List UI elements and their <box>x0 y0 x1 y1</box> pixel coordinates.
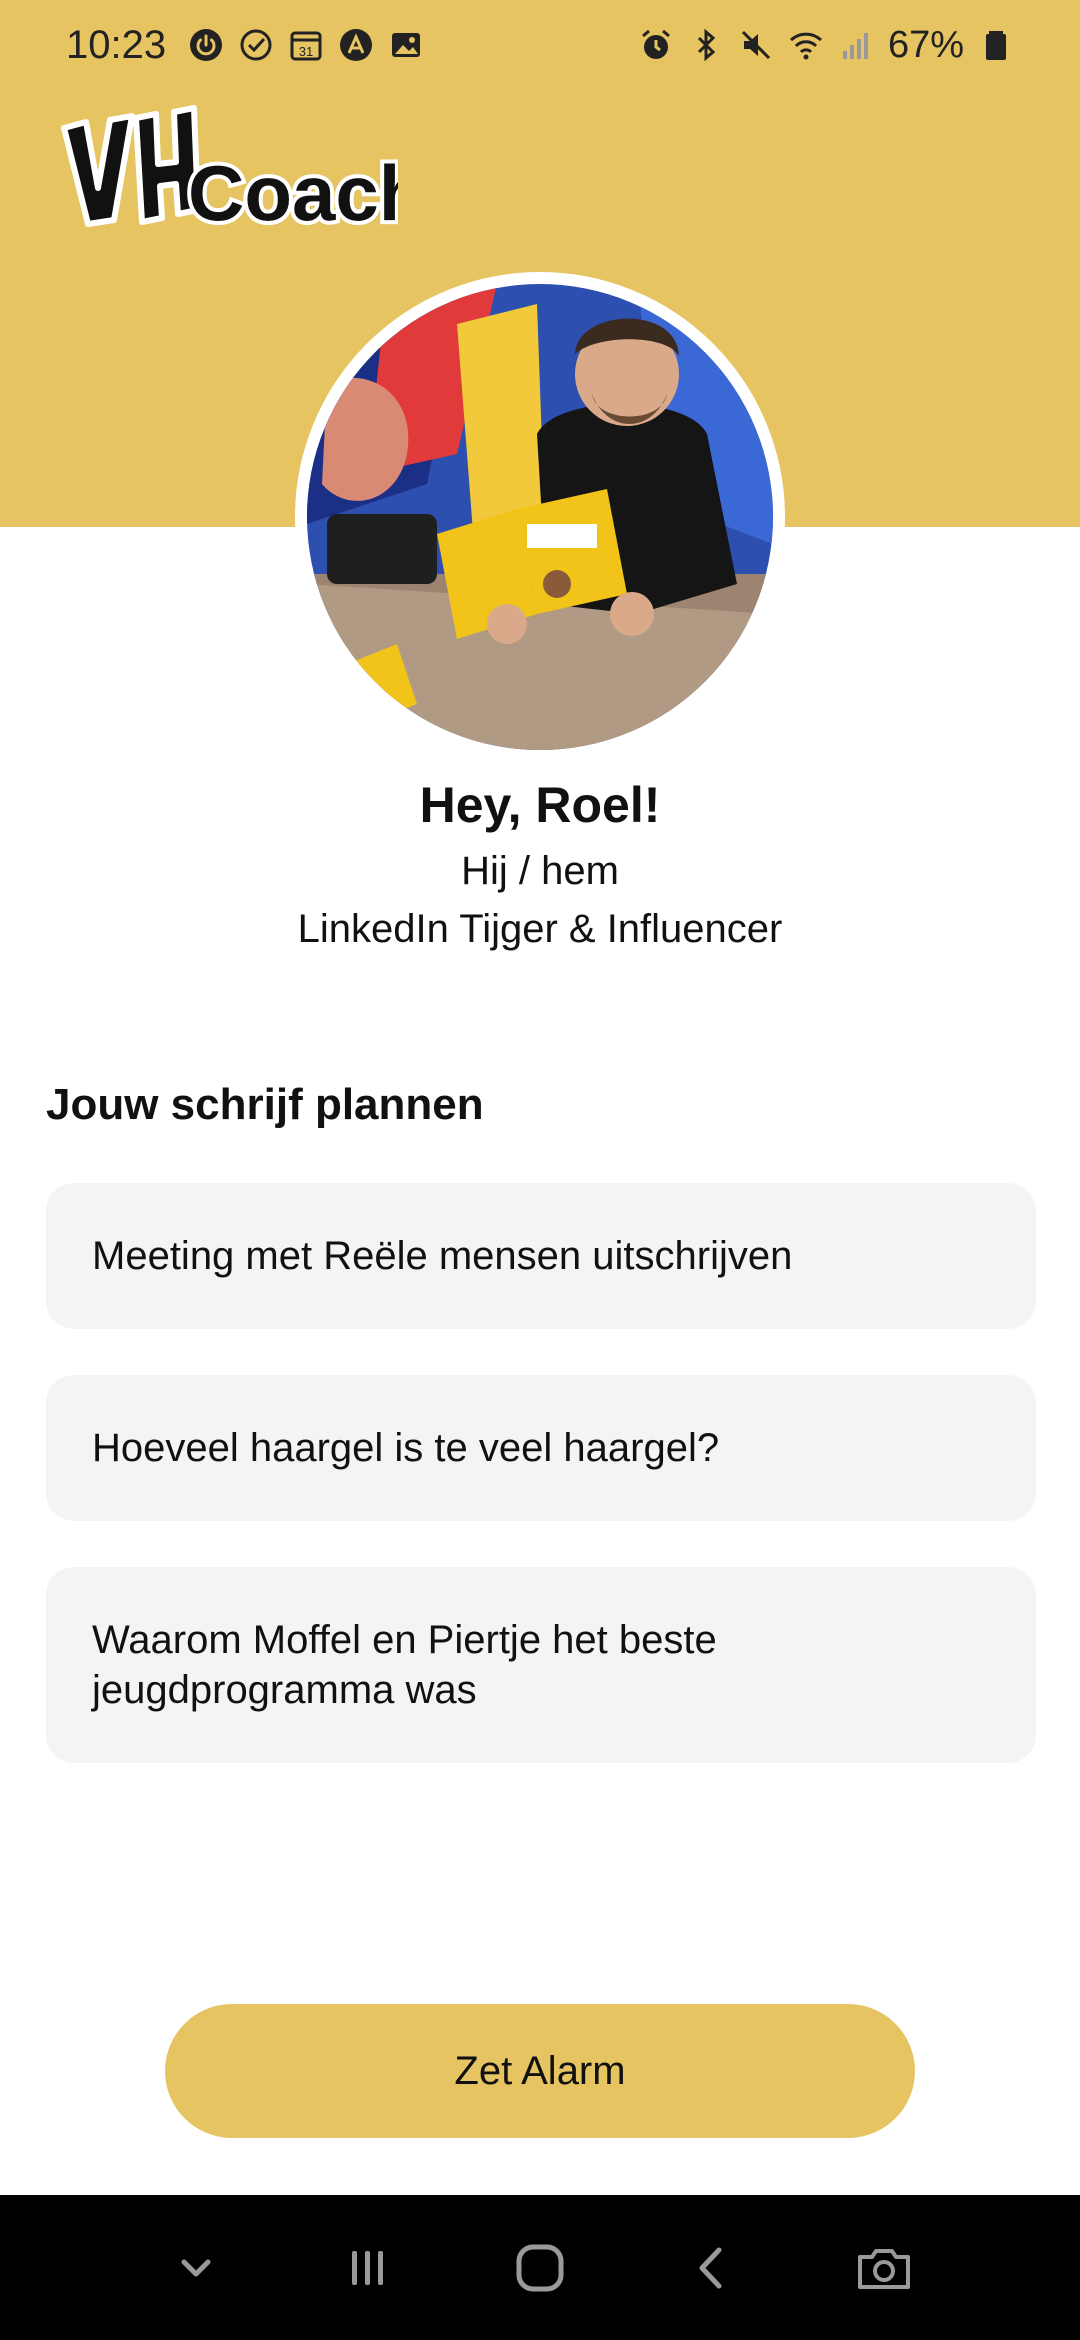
pronouns: Hij / hem <box>461 849 619 893</box>
battery-percentage: 67% <box>887 23 964 66</box>
plan-item-label: Waarom Moffel en Piertje het beste jeugd… <box>92 1618 717 1712</box>
app-a-icon <box>338 27 374 63</box>
mute-icon <box>738 27 774 63</box>
system-nav-bar <box>0 2195 1080 2340</box>
calendar-icon: 31 <box>288 27 324 63</box>
plan-item[interactable]: Meeting met Reële mensen uitschrijven <box>46 1183 1036 1329</box>
plan-item-label: Hoeveel haargel is te veel haargel? <box>92 1426 720 1470</box>
vh-coach-logo: Coach <box>58 100 430 241</box>
status-bar: 10:23 31 67% <box>0 0 1080 90</box>
svg-text:31: 31 <box>299 44 313 59</box>
battery-icon <box>978 27 1014 63</box>
plans-title: Jouw schrijf plannen <box>46 1080 484 1129</box>
profile-info: Hey, Roel! Hij / hem LinkedIn Tijger & I… <box>0 770 1080 958</box>
plan-item-label: Meeting met Reële mensen uitschrijven <box>92 1234 793 1278</box>
status-time: 10:23 <box>66 22 167 67</box>
signal-icon <box>838 27 874 63</box>
status-right: 67% <box>638 24 1014 67</box>
check-circle-icon <box>238 27 274 63</box>
bluetooth-icon <box>688 27 724 63</box>
camera-icon[interactable] <box>839 2223 929 2313</box>
wifi-icon <box>788 27 824 63</box>
plan-item[interactable]: Hoeveel haargel is te veel haargel? <box>46 1375 1036 1521</box>
plans-list: Meeting met Reële mensen uitschrijven Ho… <box>46 1183 1036 1809</box>
set-alarm-button[interactable]: Zet Alarm <box>165 2004 915 2138</box>
recent-apps-icon[interactable] <box>323 2223 413 2313</box>
svg-text:Coach: Coach <box>188 149 398 237</box>
back-icon[interactable] <box>667 2223 757 2313</box>
tagline: LinkedIn Tijger & Influencer <box>297 907 783 951</box>
greeting: Hey, Roel! <box>419 777 661 833</box>
alarm-icon <box>638 27 674 63</box>
home-icon[interactable] <box>495 2223 585 2313</box>
power-icon <box>188 27 224 63</box>
profile-photo <box>295 272 785 762</box>
image-icon <box>388 27 424 63</box>
status-left: 10:23 31 <box>66 23 424 68</box>
chevron-down-icon[interactable] <box>151 2223 241 2313</box>
plan-item[interactable]: Waarom Moffel en Piertje het beste jeugd… <box>46 1567 1036 1763</box>
